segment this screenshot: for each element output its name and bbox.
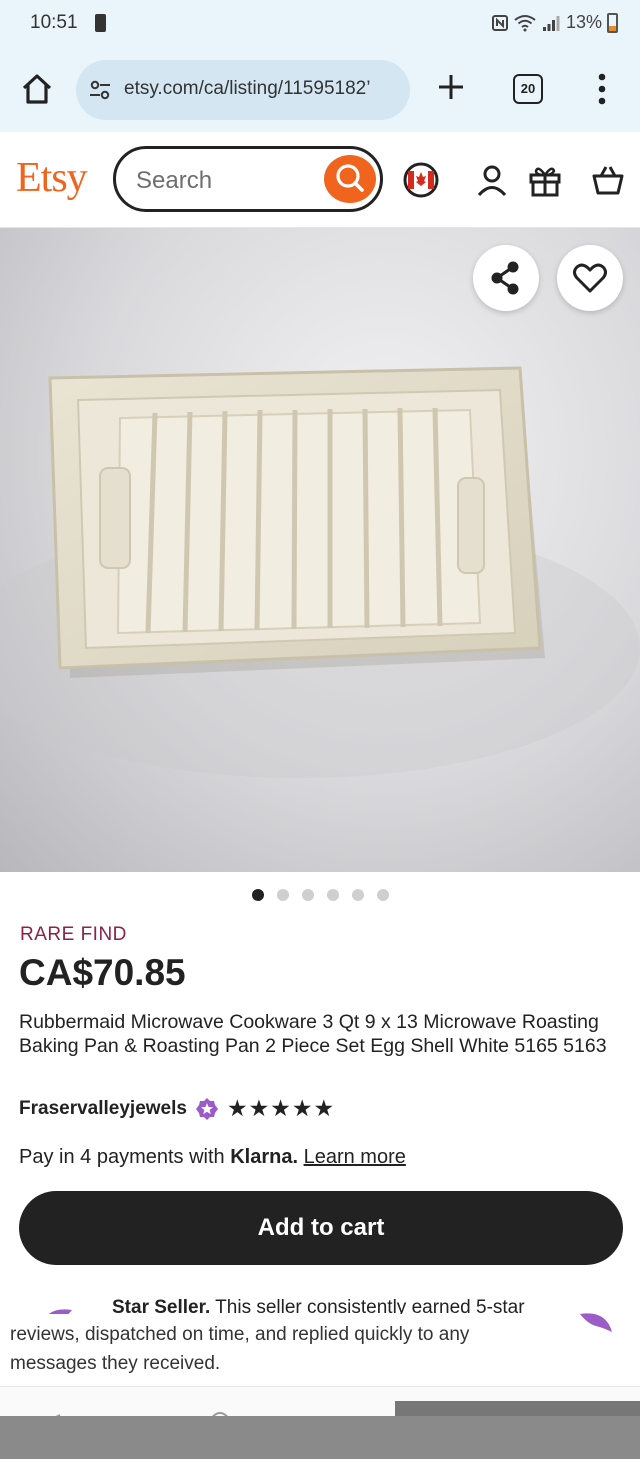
battery-percent: 13% — [565, 12, 602, 32]
canada-flag-icon[interactable] — [403, 162, 439, 198]
add-to-cart-button[interactable]: Add to cart — [19, 1191, 623, 1265]
seller-name[interactable]: Fraservalleyjewels — [19, 1098, 187, 1120]
site-settings-icon[interactable] — [88, 78, 112, 102]
product-photo — [0, 366, 640, 778]
carousel-dot-4[interactable] — [327, 889, 339, 901]
nav-overlay-block — [395, 1401, 640, 1416]
search-placeholder: Search — [136, 167, 213, 194]
system-nav-area — [0, 1416, 640, 1459]
signal-icon — [542, 15, 560, 31]
tab-switcher-button[interactable]: 20 — [513, 74, 543, 104]
klarna-row: Pay in 4 payments with Klarna. Learn mor… — [19, 1146, 406, 1169]
gift-icon[interactable] — [527, 162, 563, 198]
star-seller-section: Star Seller. This seller consistently ea… — [0, 1290, 640, 1390]
site-header: Etsy Search — [0, 132, 640, 228]
carousel-dot-2[interactable] — [277, 889, 289, 901]
account-icon[interactable] — [474, 162, 510, 198]
status-time: 10:51 — [30, 12, 78, 33]
address-bar[interactable]: etsy.com/ca/listing/11595182’ — [76, 60, 410, 120]
laurel-right-icon — [580, 1313, 612, 1332]
battery-saver-icon — [95, 14, 106, 32]
more-menu-icon[interactable] — [592, 72, 612, 106]
rare-find-label: RARE FIND — [20, 924, 127, 945]
klarna-prefix: Pay in 4 payments with — [19, 1146, 231, 1168]
status-icons: 13% — [491, 12, 602, 33]
new-tab-icon[interactable] — [436, 72, 466, 102]
carousel-dot-1[interactable] — [252, 889, 264, 901]
favorite-button[interactable] — [557, 245, 623, 311]
cart-icon[interactable] — [590, 162, 626, 198]
battery-icon — [607, 13, 618, 33]
search-input[interactable]: Search — [113, 146, 383, 212]
etsy-logo[interactable]: Etsy — [16, 154, 88, 202]
carousel-dot-3[interactable] — [302, 889, 314, 901]
browser-toolbar: etsy.com/ca/listing/11595182’ 20 — [0, 48, 640, 132]
url-text[interactable]: etsy.com/ca/listing/11595182’ — [124, 78, 370, 100]
product-title: Rubbermaid Microwave Cookware 3 Qt 9 x 1… — [19, 1011, 607, 1057]
share-icon — [491, 261, 519, 295]
nfc-icon — [491, 14, 508, 31]
product-image[interactable] — [0, 228, 640, 872]
seller-row: Fraservalleyjewels ★★★★★ — [19, 1095, 335, 1122]
wifi-icon — [514, 14, 536, 31]
heart-icon — [573, 263, 607, 293]
learn-more-link[interactable]: Learn more — [304, 1146, 406, 1168]
product-price: CA$70.85 — [19, 952, 186, 993]
klarna-brand: Klarna. — [230, 1146, 299, 1168]
carousel-dot-6[interactable] — [377, 889, 389, 901]
search-icon — [336, 164, 364, 192]
carousel-dot-5[interactable] — [352, 889, 364, 901]
rating-stars[interactable]: ★★★★★ — [227, 1095, 335, 1122]
star-seller-description: reviews, dispatched on time, and replied… — [10, 1324, 470, 1374]
image-carousel-dots — [252, 889, 389, 901]
status-bar: 10:51 13% — [0, 0, 640, 48]
search-button[interactable] — [324, 155, 376, 203]
home-icon[interactable] — [20, 72, 54, 106]
star-seller-badge-icon — [195, 1097, 218, 1120]
share-button[interactable] — [473, 245, 539, 311]
